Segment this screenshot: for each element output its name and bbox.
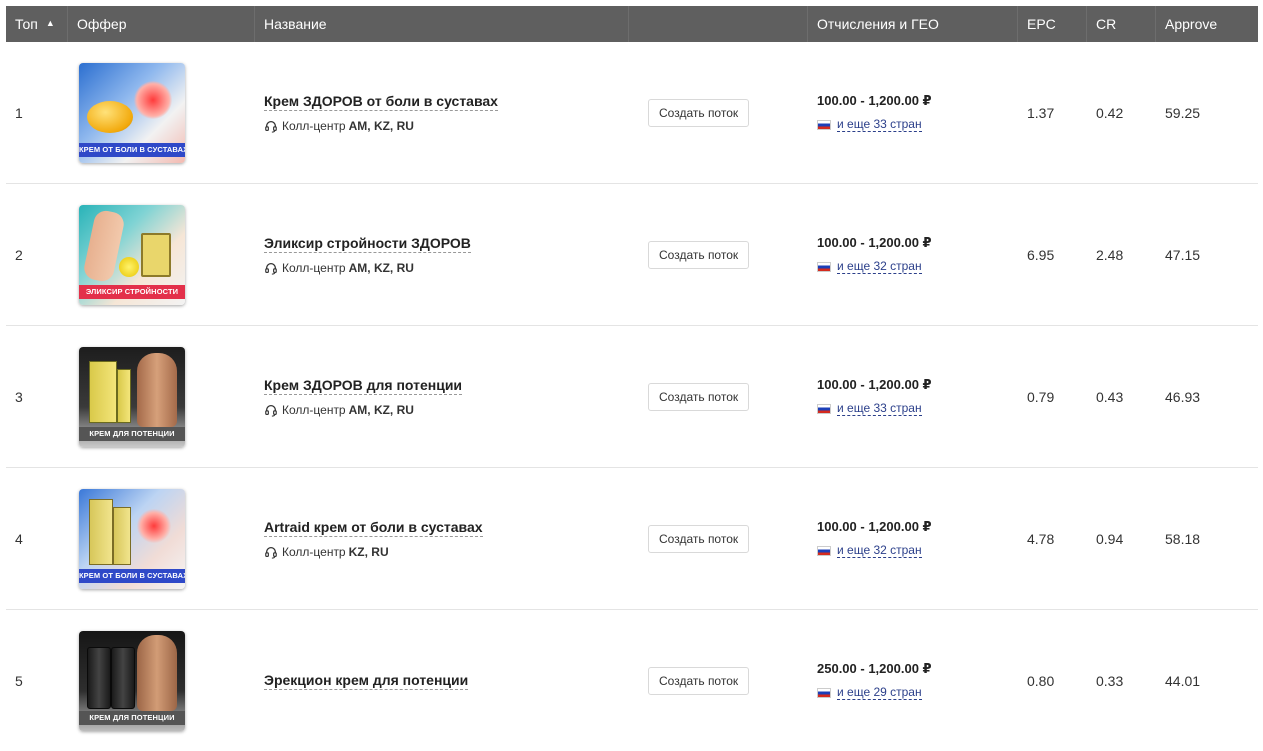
offer-thumbnail[interactable]: КРЕМ ДЛЯ ПОТЕНЦИИ [79,346,185,447]
more-countries-link[interactable]: и еще 32 стран [837,259,922,274]
epc-value: 6.95 [1027,246,1055,263]
create-stream-button[interactable]: Создать поток [648,666,750,695]
offer-banner: ЭЛИКСИР СТРОЙНОСТИ [79,284,185,299]
table-row: 4 КРЕМ ОТ БОЛИ В СУСТАВАХ Artraid крем о… [6,468,1258,610]
epc-value: 0.79 [1027,388,1055,405]
offers-table: Топ ▲ Оффер Название Отчисления и ГЕО EP… [6,6,1258,751]
create-stream-button[interactable]: Создать поток [648,524,750,553]
russia-flag-icon [817,119,831,130]
offer-banner: КРЕМ ДЛЯ ПОТЕНЦИИ [79,426,185,441]
offer-banner: КРЕМ ДЛЯ ПОТЕНЦИИ [79,710,185,725]
column-header-payouts: Отчисления и ГЕО [808,6,1018,42]
table-row: 1 КРЕМ ОТ БОЛИ В СУСТАВАХ Крем ЗДОРОВ от… [6,42,1258,184]
offer-thumbnail[interactable]: ЭЛИКСИР СТРОЙНОСТИ [79,204,185,305]
cr-value: 0.33 [1096,672,1124,689]
column-header-epc: EPC [1018,6,1087,42]
rank: 5 [15,672,23,689]
approve-value: 58.18 [1165,530,1201,547]
approve-value: 47.15 [1165,246,1201,263]
sort-asc-icon[interactable]: ▲ [46,18,55,28]
create-stream-button[interactable]: Создать поток [648,98,750,127]
create-stream-button[interactable]: Создать поток [648,240,750,269]
callcenter-info: Колл-центр AM, KZ, RU [264,403,629,417]
russia-flag-icon [817,261,831,272]
cr-value: 0.94 [1096,530,1124,547]
offer-banner: КРЕМ ОТ БОЛИ В СУСТАВАХ [79,568,185,583]
more-countries-link[interactable]: и еще 33 стран [837,401,922,416]
headset-icon [265,120,277,133]
russia-flag-icon [817,687,831,698]
rank: 3 [15,388,23,405]
payout-range: 100.00 - 1,200.00 ₽ [817,519,932,534]
more-countries-link[interactable]: и еще 29 стран [837,685,922,700]
column-header-action [629,6,808,42]
offer-thumbnail[interactable]: КРЕМ ОТ БОЛИ В СУСТАВАХ [79,62,185,163]
russia-flag-icon [817,403,831,414]
more-countries-link[interactable]: и еще 32 стран [837,543,922,558]
column-header-offer: Оффер [68,6,255,42]
table-row: 5 КРЕМ ДЛЯ ПОТЕНЦИИ Эрекцион крем для по… [6,610,1258,751]
create-stream-button[interactable]: Создать поток [648,382,750,411]
payout-range: 100.00 - 1,200.00 ₽ [817,93,932,108]
offer-title[interactable]: Эрекцион крем для потенции [264,672,469,690]
cr-value: 0.42 [1096,104,1124,121]
epc-value: 0.80 [1027,672,1055,689]
approve-value: 44.01 [1165,672,1201,689]
column-header-top[interactable]: Топ ▲ [6,6,68,42]
offer-title[interactable]: Крем ЗДОРОВ от боли в суставах [264,93,498,111]
more-countries-link[interactable]: и еще 33 стран [837,117,922,132]
column-header-approve: Approve [1165,16,1218,32]
cr-value: 2.48 [1096,246,1124,263]
offer-title[interactable]: Эликсир стройности ЗДОРОВ [264,235,471,253]
russia-flag-icon [817,545,831,556]
epc-value: 1.37 [1027,104,1055,121]
cr-value: 0.43 [1096,388,1124,405]
table-row: 2 ЭЛИКСИР СТРОЙНОСТИ Эликсир стройности … [6,184,1258,326]
payout-range: 250.00 - 1,200.00 ₽ [817,661,932,676]
approve-value: 59.25 [1165,104,1201,121]
epc-value: 4.78 [1027,530,1055,547]
rank: 2 [15,246,23,263]
table-header: Топ ▲ Оффер Название Отчисления и ГЕО EP… [6,6,1258,42]
offer-thumbnail[interactable]: КРЕМ ОТ БОЛИ В СУСТАВАХ [79,488,185,589]
approve-value: 46.93 [1165,388,1201,405]
offer-banner: КРЕМ ОТ БОЛИ В СУСТАВАХ [79,142,185,157]
headset-icon [265,262,277,275]
callcenter-info: Колл-центр KZ, RU [264,545,629,559]
column-header-cr: CR [1087,6,1156,42]
offer-title[interactable]: Крем ЗДОРОВ для потенции [264,377,463,395]
callcenter-info: Колл-центр AM, KZ, RU [264,119,629,133]
column-header-name: Название [255,6,629,42]
offer-title[interactable]: Artraid крем от боли в суставах [264,519,483,537]
offer-thumbnail[interactable]: КРЕМ ДЛЯ ПОТЕНЦИИ [79,630,185,731]
payout-range: 100.00 - 1,200.00 ₽ [817,235,932,250]
rank: 4 [15,530,23,547]
headset-icon [265,404,277,417]
callcenter-info: Колл-центр AM, KZ, RU [264,261,629,275]
payout-range: 100.00 - 1,200.00 ₽ [817,377,932,392]
table-row: 3 КРЕМ ДЛЯ ПОТЕНЦИИ Крем ЗДОРОВ для поте… [6,326,1258,468]
headset-icon [265,546,277,559]
rank: 1 [15,104,23,121]
